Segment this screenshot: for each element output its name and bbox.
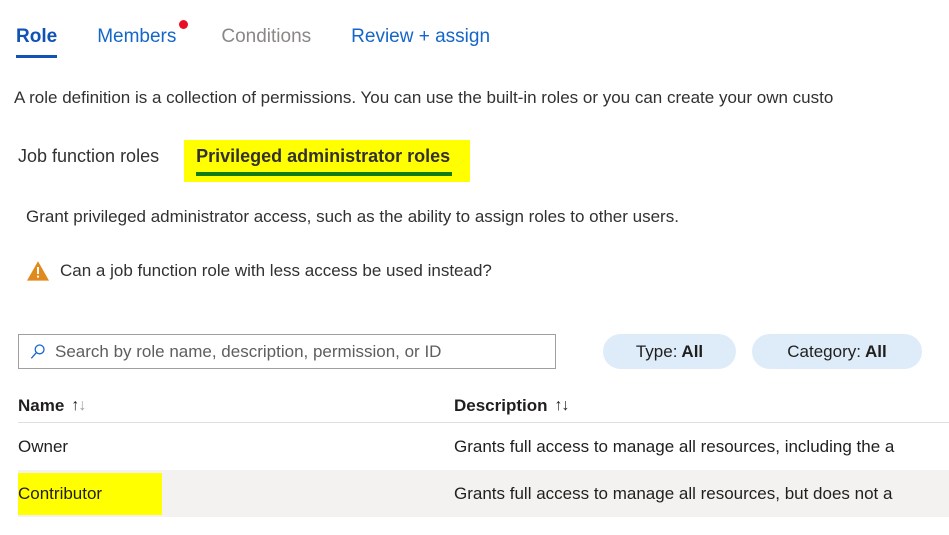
tab-role[interactable]: Role xyxy=(16,0,58,58)
search-icon xyxy=(30,343,45,359)
filter-pill-type-value: All xyxy=(681,341,704,361)
pivot-privileged-administrator-roles-label: Privileged administrator roles xyxy=(196,146,451,166)
tab-conditions: Conditions xyxy=(221,0,311,48)
table-header-row: Name ↑↓ Description ↑↓ xyxy=(18,390,949,423)
intro-description: A role definition is a collection of per… xyxy=(14,88,834,107)
filter-pill-type-separator: : xyxy=(672,341,678,361)
warning-banner: Can a job function role with less access… xyxy=(26,260,492,282)
filter-pill-category-separator: : xyxy=(856,341,861,361)
pivot-job-function-roles-label: Job function roles xyxy=(18,146,160,166)
tab-review-assign-label: Review + assign xyxy=(351,26,491,47)
table-row[interactable]: Contributor Grants full access to manage… xyxy=(18,470,949,517)
role-name-text: Owner xyxy=(18,436,69,456)
role-type-pivot-bar: Job function roles Privileged administra… xyxy=(18,140,471,182)
tab-conditions-label: Conditions xyxy=(221,26,312,47)
roles-table: Name ↑↓ Description ↑↓ Owner Grants full… xyxy=(18,390,949,517)
wizard-tab-bar: Role Members Conditions Review + assign xyxy=(0,0,949,64)
pivot-subtitle: Grant privileged administrator access, s… xyxy=(26,207,679,226)
members-alert-dot-icon xyxy=(179,20,189,29)
filter-pill-category-value: All xyxy=(864,341,887,361)
pivot-privileged-administrator-roles[interactable]: Privileged administrator roles xyxy=(184,140,471,182)
search-input[interactable] xyxy=(55,335,555,368)
tab-role-label: Role xyxy=(16,26,58,47)
pivot-selected-underline xyxy=(196,172,453,176)
tab-members-label: Members xyxy=(97,26,177,47)
filter-pill-category[interactable]: Category : All xyxy=(752,334,922,369)
warning-triangle-icon xyxy=(27,261,49,281)
warning-text: Can a job function role with less access… xyxy=(60,261,492,280)
cell-role-description: Grants full access to manage all resourc… xyxy=(454,483,893,503)
column-header-description-label: Description xyxy=(454,396,548,415)
sort-arrows-icon: ↑↓ xyxy=(554,397,570,414)
tab-members[interactable]: Members xyxy=(97,0,189,48)
filter-pill-type-name: Type xyxy=(635,341,673,361)
sort-arrows-icon: ↑↓ xyxy=(71,397,86,414)
role-name-text: Contributor xyxy=(18,472,163,515)
column-header-name[interactable]: Name ↑↓ xyxy=(18,396,454,416)
filter-pill-category-name: Category xyxy=(787,341,857,361)
filter-pill-type[interactable]: Type : All xyxy=(603,334,736,369)
cell-role-description: Grants full access to manage all resourc… xyxy=(454,436,895,456)
search-box[interactable] xyxy=(18,334,556,369)
column-header-description[interactable]: Description ↑↓ xyxy=(454,396,949,416)
table-row[interactable]: Owner Grants full access to manage all r… xyxy=(18,423,949,470)
pivot-job-function-roles[interactable]: Job function roles xyxy=(18,140,159,168)
tab-review-assign[interactable]: Review + assign xyxy=(351,0,490,48)
active-tab-underline xyxy=(16,55,58,58)
cell-role-name: Owner xyxy=(18,437,454,457)
cell-role-name: Contributor xyxy=(18,472,454,515)
column-header-name-label: Name xyxy=(18,396,65,415)
